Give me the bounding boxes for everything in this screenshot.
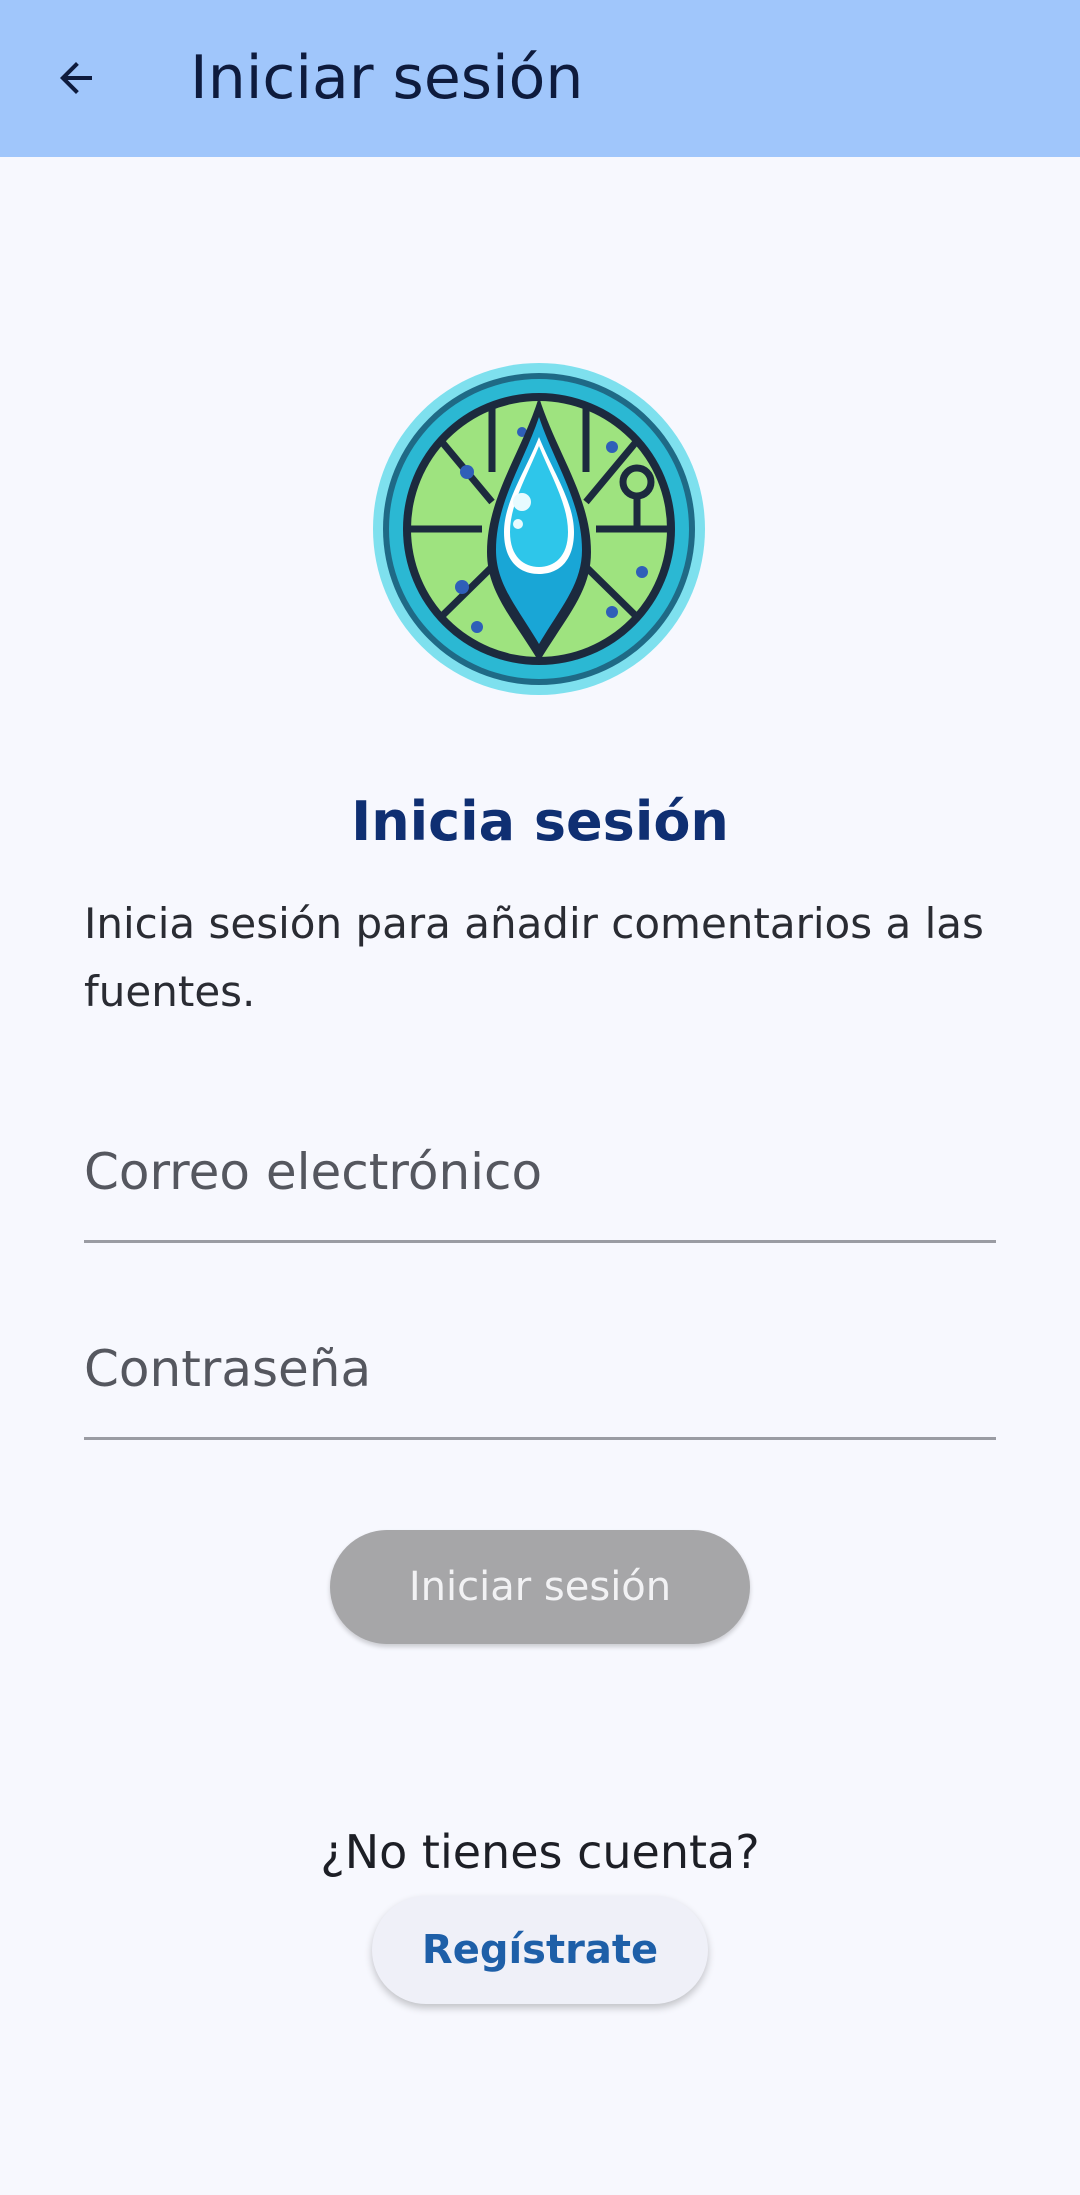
register-button[interactable]: Regístrate [372,1896,708,2004]
password-field[interactable] [84,1339,996,1399]
login-description: Inicia sesión para añadir comentarios a … [84,899,984,1016]
back-button[interactable] [28,30,124,126]
arrow-back-icon [60,62,92,94]
water-drop-logo-icon [373,363,705,695]
app-logo [372,362,706,696]
password-field-container [84,1310,996,1440]
no-account-text: ¿No tienes cuenta? [320,1825,760,1879]
email-field-container [84,1113,996,1243]
app-bar: Iniciar sesión [0,0,1080,157]
login-button[interactable]: Iniciar sesión [330,1530,750,1644]
page-title: Iniciar sesión [190,43,584,113]
login-heading: Inicia sesión [351,790,729,853]
email-field[interactable] [84,1142,996,1202]
